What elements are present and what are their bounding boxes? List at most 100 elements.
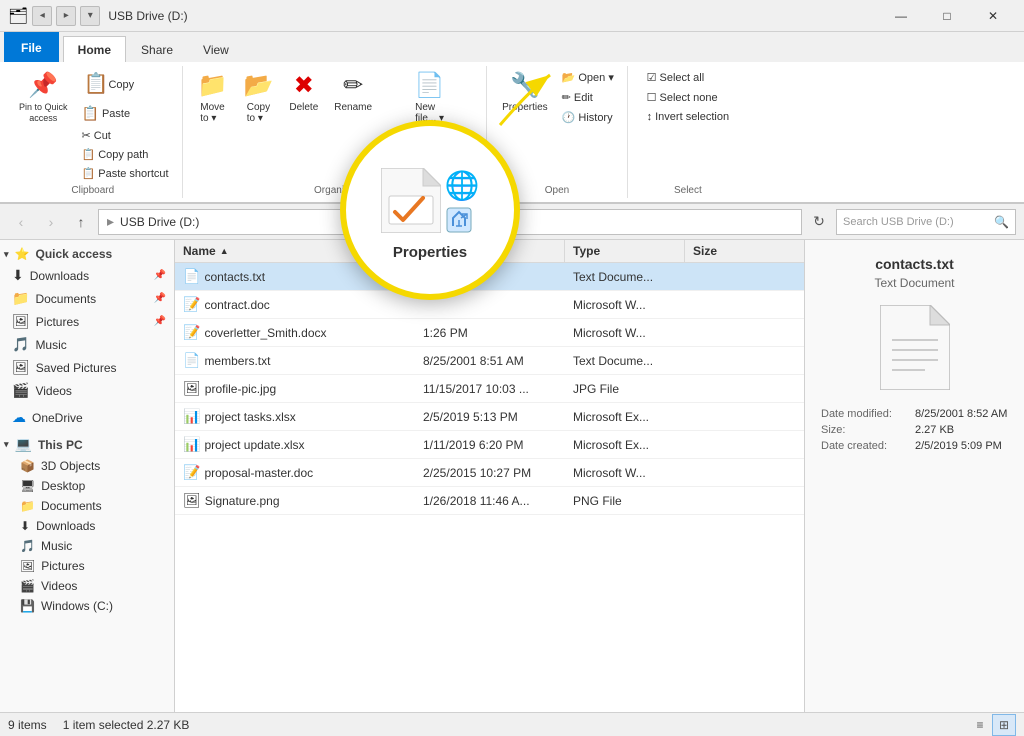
copy-button[interactable]: 📋 Copy (77, 68, 174, 101)
tab-share[interactable]: Share (126, 36, 188, 62)
table-row[interactable]: 📊project update.xlsx 1/11/2019 6:20 PM M… (175, 431, 804, 459)
paste-button[interactable]: 📋 Paste (77, 102, 174, 125)
file-date-cell (415, 303, 565, 307)
sidebar-item-videos-qa[interactable]: 🎬 Videos (0, 379, 174, 402)
maximize-button[interactable]: □ (924, 0, 970, 32)
select-none-button[interactable]: ☐ Select none (642, 88, 734, 107)
cut-icon: ✂ (82, 129, 91, 142)
tab-file[interactable]: File (4, 32, 59, 62)
sidebar-item-documents-pc[interactable]: 📁 Documents (0, 496, 174, 516)
sidebar-item-downloads-qa[interactable]: ⬇ Downloads 📌 (0, 264, 174, 287)
sidebar-item-downloads-pc[interactable]: ⬇ Downloads (0, 516, 174, 536)
tab-view[interactable]: View (188, 36, 244, 62)
sidebar-item-pictures-qa[interactable]: 🖼 Pictures 📌 (0, 310, 174, 333)
cut-button[interactable]: ✂ Cut (77, 126, 174, 145)
file-date-cell: 2/25/2015 10:27 PM (415, 464, 565, 482)
table-row[interactable]: 📝proposal-master.doc 2/25/2015 10:27 PM … (175, 459, 804, 487)
sidebar-item-documents-qa[interactable]: 📁 Documents 📌 (0, 287, 174, 310)
sidebar-onedrive[interactable]: ☁ OneDrive (0, 406, 174, 429)
sidebar-item-videos-pc[interactable]: 🎬 Videos (0, 576, 174, 596)
title-bar-forward[interactable]: ▸ (56, 6, 76, 26)
back-button[interactable]: ‹ (8, 209, 34, 235)
delete-button[interactable]: ✖ Delete (282, 68, 325, 116)
file-icon: 📝 (183, 324, 200, 340)
sidebar-item-music-qa[interactable]: 🎵 Music (0, 333, 174, 356)
file-icon: 🖼 (183, 380, 201, 396)
expand-icon: ▾ (4, 249, 9, 260)
open-icon: 📂 (562, 71, 576, 84)
move-to-button[interactable]: 📁 Moveto ▾ (191, 68, 235, 127)
sidebar-item-desktop[interactable]: 🖥 Desktop (0, 476, 174, 496)
file-type-cell: Microsoft W... (565, 464, 685, 482)
history-button[interactable]: 🕐 History (557, 108, 619, 127)
table-row[interactable]: 🖼Signature.png 1/26/2018 11:46 A... PNG … (175, 487, 804, 515)
close-button[interactable]: ✕ (970, 0, 1016, 32)
clipboard-group: 📌 Pin to Quickaccess 📋 Copy 📋 Paste ✂ (4, 66, 183, 198)
table-row[interactable]: 🖼profile-pic.jpg 11/15/2017 10:03 ... JP… (175, 375, 804, 403)
up-button[interactable]: ↑ (68, 209, 94, 235)
ribbon-tabs: File Home Share View (0, 32, 1024, 62)
file-icon: 📊 (183, 436, 200, 452)
documents-pc-icon: 📁 (20, 499, 35, 513)
move-icon: 📁 (198, 71, 228, 100)
copy-path-button[interactable]: 📋 Copy path (77, 145, 174, 164)
refresh-button[interactable]: ↻ (806, 209, 832, 235)
file-list[interactable]: Name ▲ Date modified Type Size 📄contacts… (175, 240, 804, 712)
title-bar-icon: 🗂 (8, 6, 28, 26)
paste-shortcut-button[interactable]: 📋 Paste shortcut (77, 164, 174, 183)
file-icon: 📝 (183, 296, 200, 312)
music-pc-icon: 🎵 (20, 539, 35, 553)
col-header-type[interactable]: Type (565, 240, 685, 262)
sidebar-item-music-pc[interactable]: 🎵 Music (0, 536, 174, 556)
open-button[interactable]: 📂 Open ▾ (557, 68, 619, 87)
details-panel: contacts.txt Text Document Date modified… (804, 240, 1024, 712)
table-row[interactable]: 📄members.txt 8/25/2001 8:51 AM Text Docu… (175, 347, 804, 375)
table-row[interactable]: 📝coverletter_Smith.docx 1:26 PM Microsof… (175, 319, 804, 347)
title-bar-down[interactable]: ▾ (80, 6, 100, 26)
details-filename: contacts.txt (875, 256, 954, 272)
file-icon: 📄 (183, 352, 200, 368)
file-size-cell (685, 499, 765, 503)
pin-icon: 📌 (28, 71, 58, 100)
details-view-button[interactable]: ≡ (968, 714, 992, 736)
sidebar-item-3d-objects[interactable]: 📦 3D Objects (0, 456, 174, 476)
select-all-icon: ☑ (647, 71, 657, 84)
windows-c-icon: 💾 (20, 599, 35, 613)
edit-button[interactable]: ✏ Edit (557, 88, 619, 107)
forward-button[interactable]: › (38, 209, 64, 235)
sidebar-item-pictures-pc[interactable]: 🖼 Pictures (0, 556, 174, 576)
sidebar-item-saved-pictures[interactable]: 🖼 Saved Pictures (0, 356, 174, 379)
table-row[interactable]: 📊project tasks.xlsx 2/5/2019 5:13 PM Mic… (175, 403, 804, 431)
status-bar: 9 items 1 item selected 2.27 KB ≡ ⊞ (0, 712, 1024, 736)
file-type-cell: Microsoft Ex... (565, 436, 685, 454)
file-type-cell: Microsoft W... (565, 324, 685, 342)
rename-button[interactable]: ✏ Rename (327, 68, 379, 116)
tab-home[interactable]: Home (63, 36, 126, 62)
large-icons-view-button[interactable]: ⊞ (992, 714, 1016, 736)
minimize-button[interactable]: — (878, 0, 924, 32)
file-size-cell (685, 331, 765, 335)
details-filetype: Text Document (874, 276, 954, 290)
videos-qa-icon: 🎬 (12, 382, 29, 399)
quick-access-header[interactable]: ▾ ⭐ Quick access (0, 244, 174, 264)
delete-icon: ✖ (294, 71, 314, 100)
title-bar-back[interactable]: ◂ (32, 6, 52, 26)
sidebar-item-windows-c[interactable]: 💾 Windows (C:) (0, 596, 174, 616)
copy-to-button[interactable]: 📂 Copyto ▾ (236, 68, 280, 127)
col-header-size[interactable]: Size (685, 240, 765, 262)
downloads-qa-icon: ⬇ (12, 267, 24, 284)
file-name-cell: 🖼Signature.png (175, 490, 415, 511)
search-bar[interactable]: Search USB Drive (D:) 🔍 (836, 209, 1016, 235)
select-all-button[interactable]: ☑ Select all (642, 68, 734, 87)
invert-selection-button[interactable]: ↕ Invert selection (642, 108, 734, 126)
select-label: Select (674, 183, 702, 196)
pin-to-quick-access-button[interactable]: 📌 Pin to Quickaccess (12, 68, 75, 127)
select-none-icon: ☐ (647, 91, 657, 104)
details-date-modified: Date modified: 8/25/2001 8:52 AM (821, 408, 1008, 420)
file-type-cell: Microsoft Ex... (565, 408, 685, 426)
history-icon: 🕐 (562, 111, 576, 124)
thispc-header[interactable]: ▾ 💻 This PC (0, 433, 174, 456)
file-rows: 📄contacts.txt Text Docume... 📝contract.d… (175, 263, 804, 515)
side-icon-2-svg (445, 206, 473, 234)
properties-main-icon-svg (381, 168, 441, 233)
